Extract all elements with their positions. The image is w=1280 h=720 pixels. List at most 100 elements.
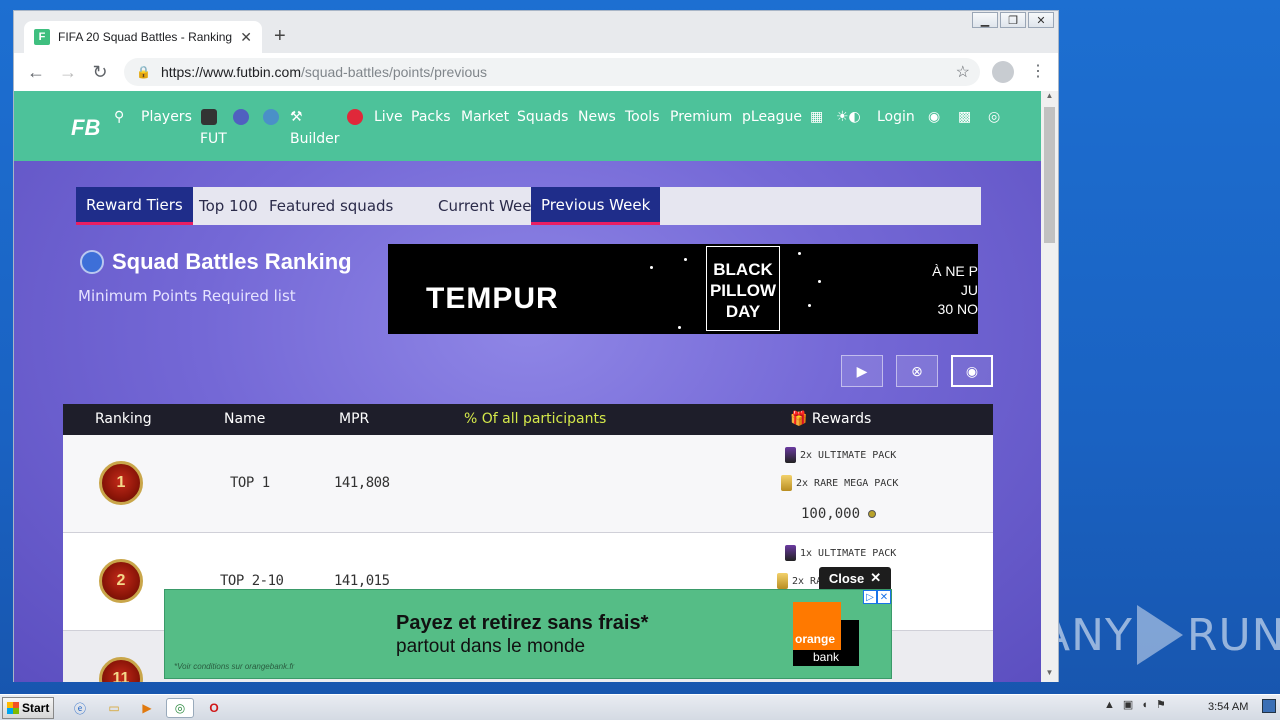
nav-tools[interactable]: Tools <box>625 109 660 125</box>
nav-fut[interactable]: FUT <box>200 131 227 147</box>
ad-box-line1: BLACK <box>713 260 773 279</box>
platform-select-icon[interactable]: ◉ <box>928 109 940 125</box>
orange-logo-shadow <box>841 620 859 650</box>
nav-live[interactable]: Live <box>374 109 403 125</box>
tab-reward-tiers[interactable]: Reward Tiers <box>76 187 193 225</box>
adchoices-close-icon[interactable]: ✕ <box>877 590 891 604</box>
page-title: Squad Battles Ranking <box>80 249 352 275</box>
browser-menu-icon[interactable]: ⋮ <box>1030 61 1046 81</box>
futbin-logo[interactable]: FB <box>71 115 100 141</box>
tab-bar: F FIFA 20 Squad Battles - Ranking - M ✕ … <box>14 11 1058 53</box>
back-icon[interactable]: ← <box>20 62 52 83</box>
chrome-icon[interactable]: ◎ <box>166 698 194 718</box>
tray-expand-icon[interactable]: ▲ <box>1104 699 1115 711</box>
ad-side-line2: JU <box>960 282 978 298</box>
tab-title: FIFA 20 Squad Battles - Ranking - M <box>58 30 233 44</box>
coins-text: 100,000 <box>801 506 861 522</box>
site-navbar: FB ⚲ Players FUT ⚒ Builder Live Packs Ma… <box>14 91 1041 161</box>
nav-premium[interactable]: Premium <box>670 109 732 125</box>
adchoices-icon[interactable]: ▷ ✕ <box>863 590 891 604</box>
pc-origin-button[interactable]: ◉ <box>951 355 993 387</box>
header-ranking: Ranking <box>95 411 152 427</box>
bookmark-star-icon[interactable]: ☆ <box>956 62 970 82</box>
ie-icon[interactable]: ⓔ <box>66 698 94 718</box>
live-icon[interactable] <box>347 109 363 125</box>
row-mpr: 141,015 <box>334 573 390 589</box>
address-bar[interactable]: 🔒 https://www.futbin.com/squad-battles/p… <box>124 58 980 86</box>
uk-flag-icon[interactable]: ▩ <box>958 109 971 125</box>
rank-badge: 1 <box>99 461 143 505</box>
squad-battles-icon <box>80 250 104 274</box>
reward-rare-mega-pack: 2x RARE MEGA PACK <box>781 475 898 491</box>
ad-close-button[interactable]: Close ✕ <box>819 567 891 589</box>
header-rewards: 🎁 Rewards <box>790 411 871 427</box>
nav-pleague[interactable]: pLeague <box>742 109 802 125</box>
gold-pack-icon <box>777 573 788 589</box>
nav-market[interactable]: Market <box>461 109 509 125</box>
club-icon[interactable] <box>233 109 249 125</box>
network-icon[interactable]: ▣ <box>1123 698 1133 711</box>
orange-bank-ad[interactable]: Payez et retirez sans frais* partout dan… <box>164 589 892 679</box>
url-host: https://www.futbin.com <box>160 64 302 80</box>
page-viewport: FB ⚲ Players FUT ⚒ Builder Live Packs Ma… <box>14 91 1041 682</box>
maximize-button[interactable]: ❐ <box>1000 12 1026 28</box>
nav-news[interactable]: News <box>578 109 616 125</box>
row-name: TOP 1 <box>230 475 270 491</box>
tools-icon[interactable]: ⚒ <box>290 109 303 125</box>
tab-previous-week[interactable]: Previous Week <box>531 187 661 225</box>
row-name: TOP 2-10 <box>220 573 284 589</box>
show-desktop-button[interactable] <box>1262 699 1276 713</box>
scroll-thumb[interactable] <box>1044 107 1055 243</box>
tempur-banner-ad[interactable]: TEMPUR BLACK PILLOW DAY À NE P JU 30 NO <box>388 244 978 334</box>
page-scrollbar[interactable]: ▲ ▼ <box>1041 91 1058 682</box>
clock[interactable]: 3:54 AM <box>1208 701 1248 713</box>
xbox-button[interactable]: ⊗ <box>896 355 938 387</box>
eye-icon[interactable]: ◎ <box>988 109 1000 125</box>
theme-toggle-icon[interactable]: ☀◐ <box>836 109 861 125</box>
scroll-down-icon[interactable]: ▼ <box>1041 668 1058 682</box>
rank-badge: 2 <box>99 559 143 603</box>
tab-top100[interactable]: Top 100 <box>189 187 268 225</box>
star-dot <box>798 252 801 255</box>
flag-icon[interactable]: ⚑ <box>1156 698 1166 711</box>
fut-icon[interactable] <box>201 109 217 125</box>
nav-login[interactable]: Login <box>877 109 915 125</box>
opera-icon[interactable]: O <box>200 698 228 718</box>
reward-text: 2x ULTIMATE PACK <box>800 449 897 461</box>
table-row: 1 TOP 1 141,808 2x ULTIMATE PACK 2x RARE… <box>63 435 993 533</box>
adchoices-play-icon[interactable]: ▷ <box>863 590 877 604</box>
forward-icon[interactable]: → <box>52 62 84 83</box>
playstation-button[interactable]: ▶ <box>841 355 883 387</box>
volume-icon[interactable]: ◖ <box>1141 699 1148 711</box>
bank-label: bank <box>793 650 859 666</box>
close-window-button[interactable]: ✕ <box>1028 12 1054 28</box>
scroll-up-icon[interactable]: ▲ <box>1041 91 1058 105</box>
search-icon[interactable]: ⚲ <box>114 109 124 125</box>
window-controls: ▁ ❐ ✕ <box>972 12 1054 28</box>
nav-packs[interactable]: Packs <box>411 109 451 125</box>
nav-builder[interactable]: Builder <box>290 131 340 147</box>
ad-subline: partout dans le monde <box>396 636 586 657</box>
minimize-button[interactable]: ▁ <box>972 12 998 28</box>
media-player-icon[interactable]: ▶ <box>133 698 161 718</box>
calculator-icon[interactable]: ▦ <box>810 109 823 125</box>
browser-tab[interactable]: F FIFA 20 Squad Battles - Ranking - M ✕ <box>24 21 262 53</box>
close-icon: ✕ <box>870 570 882 585</box>
close-label: Close <box>828 570 865 586</box>
explorer-icon[interactable]: ▭ <box>100 698 128 718</box>
profile-avatar[interactable] <box>992 61 1014 83</box>
page-subtitle: Minimum Points Required list <box>78 287 296 305</box>
ad-side-line1: À NE P <box>932 263 978 279</box>
club2-icon[interactable] <box>263 109 279 125</box>
nav-squads[interactable]: Squads <box>517 109 568 125</box>
nav-players[interactable]: Players <box>141 109 192 125</box>
tab-close-icon[interactable]: ✕ <box>240 29 252 46</box>
url-text: https://www.futbin.com/squad-battles/poi… <box>161 64 487 80</box>
ultimate-pack-icon <box>785 447 796 463</box>
new-tab-button[interactable]: + <box>274 25 286 48</box>
reload-icon[interactable]: ↻ <box>84 62 116 83</box>
header-name: Name <box>224 411 266 427</box>
star-dot <box>808 304 811 307</box>
start-button[interactable]: Start <box>2 697 54 719</box>
tab-featured-squads[interactable]: Featured squads <box>259 187 403 225</box>
